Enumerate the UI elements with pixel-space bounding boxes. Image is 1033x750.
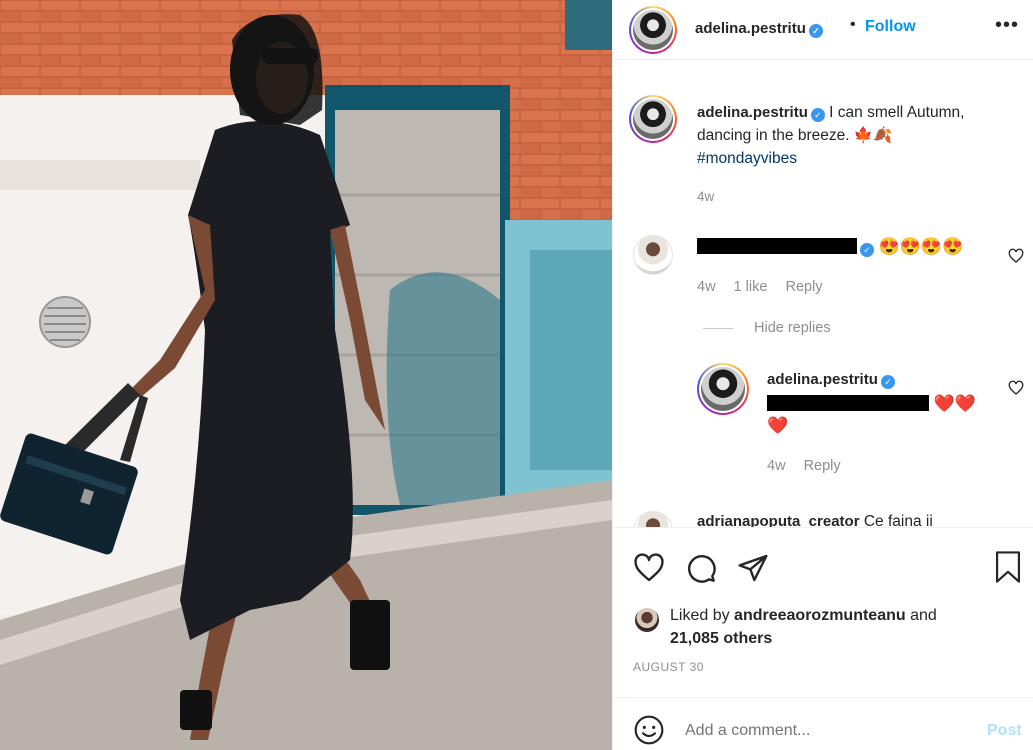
comment-like-heart-icon[interactable] (1008, 248, 1024, 264)
bookmark-icon[interactable] (993, 550, 1023, 584)
liked-by-text: Liked by andreeaorozmunteanu and 21,085 … (670, 604, 937, 650)
more-options-icon[interactable]: ••• (995, 14, 1019, 37)
liked-by-user[interactable]: andreeaorozmunteanu (734, 607, 906, 624)
comment-1-likes[interactable]: 1 like (734, 279, 768, 295)
verified-badge-icon: ✓ (810, 108, 825, 122)
reply-1: adelina.pestritu ✓ (767, 371, 895, 389)
liked-and: and (910, 607, 937, 624)
author-username-link[interactable]: adelina.pestritu ✓ (695, 20, 823, 38)
share-icon[interactable] (737, 552, 769, 584)
comment-1-text: 😍😍😍😍 (878, 237, 964, 256)
caption-author-avatar[interactable] (629, 95, 677, 143)
comment-2-text: Ce faina ii (863, 513, 933, 527)
emoji-icon[interactable] (633, 714, 665, 746)
post-actions: Liked by andreeaorozmunteanu and 21,085 … (613, 527, 1033, 697)
liked-prefix: Liked by (670, 607, 730, 624)
author-avatar[interactable] (629, 6, 677, 54)
comments-list[interactable]: adelina.pestritu ✓ I can smell Autumn, da… (613, 61, 1033, 527)
reply-like-heart-icon[interactable] (1008, 380, 1024, 396)
reply-author-username[interactable]: adelina.pestritu (767, 371, 878, 388)
reply-1-body-line2: ❤️ (767, 416, 788, 436)
comment-2-username[interactable]: adrianapoputa_creator (697, 513, 860, 527)
follow-button[interactable]: Follow (865, 18, 916, 36)
comment-1-time[interactable]: 4w (697, 279, 716, 295)
reply-author-avatar[interactable] (697, 363, 749, 415)
comment-1: ✓ 😍😍😍😍 (697, 237, 963, 257)
reply-1-emojis-2: ❤️ (767, 416, 789, 435)
verified-badge-icon: ✓ (808, 24, 823, 38)
comment-1-meta: 4w 1 like Reply (697, 279, 837, 295)
caption-time[interactable]: 4w (697, 189, 714, 204)
heart-icon[interactable] (633, 552, 665, 584)
hide-replies-button[interactable]: Hide replies (754, 320, 831, 336)
liked-others[interactable]: 21,085 others (670, 630, 772, 647)
author-username[interactable]: adelina.pestritu (695, 20, 806, 37)
redacted-text (767, 395, 929, 411)
post-photo-image (0, 0, 612, 750)
commenter-avatar[interactable] (633, 235, 673, 275)
add-comment-bar: Post (613, 697, 1033, 750)
commenter-avatar[interactable] (633, 511, 673, 527)
liked-by-avatar[interactable] (635, 608, 659, 632)
caption: adelina.pestritu ✓ I can smell Autumn, da… (697, 101, 1017, 170)
comment-2: adrianapoputa_creator Ce faina ii (697, 513, 933, 527)
header-separator: • (850, 16, 856, 33)
verified-badge-icon: ✓ (880, 375, 895, 389)
reply-1-reply-button[interactable]: Reply (804, 458, 841, 474)
post-header: adelina.pestritu ✓ • Follow ••• (613, 0, 1033, 60)
post-photo[interactable] (0, 0, 612, 750)
verified-badge-icon: ✓ (860, 243, 874, 257)
caption-author-username[interactable]: adelina.pestritu (697, 104, 808, 121)
reply-1-meta: 4w Reply (767, 458, 855, 474)
redacted-username (697, 238, 857, 254)
comment-icon[interactable] (685, 552, 717, 584)
comment-1-reply-button[interactable]: Reply (785, 279, 822, 295)
caption-hashtag[interactable]: #mondayvibes (697, 150, 797, 167)
post-comment-button[interactable]: Post (987, 722, 1022, 740)
post-date[interactable]: AUGUST 30 (633, 660, 704, 674)
reply-1-emojis: ❤️❤️ (933, 394, 976, 413)
hide-replies-line (703, 328, 733, 329)
post-side-panel: adelina.pestritu ✓ • Follow ••• adelina.p… (612, 0, 1033, 750)
reply-1-body: ❤️❤️ (767, 394, 976, 414)
reply-1-time[interactable]: 4w (767, 458, 786, 474)
add-comment-input[interactable] (685, 722, 945, 740)
